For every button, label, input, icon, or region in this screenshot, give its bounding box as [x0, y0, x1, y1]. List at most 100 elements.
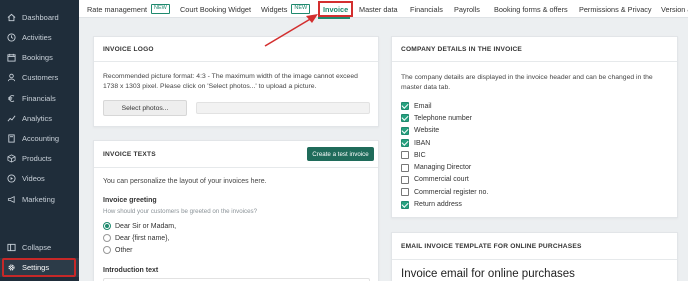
- tab-label: Permissions & Privacy: [579, 4, 652, 14]
- collapse-label: Collapse: [22, 242, 52, 252]
- tab-rate-management[interactable]: Rate management NEW: [87, 0, 170, 18]
- active-tab-indicator: [318, 17, 350, 19]
- tab-booking-forms[interactable]: Booking forms & offers: [494, 0, 568, 18]
- settings-highlight: [2, 258, 76, 277]
- checkbox-label: Return address: [414, 201, 462, 209]
- option-label: Dear Sir or Madam,: [115, 222, 177, 230]
- file-name-field[interactable]: [196, 102, 370, 114]
- tab-master-data[interactable]: Master data: [359, 0, 398, 18]
- settings-tab-bar: Rate management NEW Court Booking Widget…: [79, 0, 688, 18]
- checkbox-label: Email: [414, 102, 432, 110]
- sidebar-item-accounting[interactable]: Accounting: [0, 128, 79, 148]
- cube-icon: [6, 153, 16, 163]
- card-title: EMAIL INVOICE TEMPLATE FOR ONLINE PURCHA…: [392, 233, 677, 260]
- checkbox-email[interactable]: Email: [401, 100, 488, 112]
- checkbox-managing-director[interactable]: Managing Director: [401, 161, 488, 173]
- sidebar-item-analytics[interactable]: Analytics: [0, 108, 79, 128]
- invoice-logo-description: Recommended picture format: 4:3 - The ma…: [103, 73, 358, 90]
- greeting-option-other[interactable]: Other: [103, 244, 176, 256]
- clock-icon: [6, 32, 16, 42]
- euro-icon: [6, 93, 16, 103]
- play-icon: [6, 173, 16, 183]
- sidebar-item-dashboard[interactable]: Dashboard: [0, 7, 79, 27]
- tab-label: Invoice: [323, 4, 349, 14]
- tab-label: Version &: [661, 4, 688, 14]
- sidebar-item-financials[interactable]: Financials: [0, 88, 79, 108]
- greeting-option-first-name[interactable]: Dear {first name},: [103, 232, 176, 244]
- checkbox-iban[interactable]: IBAN: [401, 137, 488, 149]
- sidebar-item-label: Products: [22, 153, 52, 163]
- sidebar-item-customers[interactable]: Customers: [0, 67, 79, 87]
- tab-court-booking-widget[interactable]: Court Booking Widget: [180, 0, 251, 18]
- tab-label: Booking forms & offers: [494, 4, 568, 14]
- invoice-logo-card: INVOICE LOGO Recommended picture format:…: [93, 36, 379, 127]
- sidebar-item-label: Bookings: [22, 52, 53, 62]
- sidebar-item-activities[interactable]: Activities: [0, 27, 79, 47]
- card-title: INVOICE LOGO: [94, 37, 378, 62]
- greeting-hint: How should your customers be greeted on …: [103, 208, 258, 215]
- sidebar-item-label: Marketing: [22, 194, 55, 204]
- tab-payrolls[interactable]: Payrolls: [454, 0, 480, 18]
- checkbox-commercial-court[interactable]: Commercial court: [401, 174, 488, 186]
- invoice-texts-card: INVOICE TEXTS Create a test invoice You …: [93, 140, 379, 281]
- sidebar-item-marketing[interactable]: Marketing: [0, 189, 79, 209]
- collapse-button[interactable]: Collapse: [0, 237, 79, 257]
- chart-line-icon: [6, 113, 16, 123]
- checkbox-unchecked[interactable]: [401, 175, 409, 184]
- new-badge: NEW: [151, 4, 170, 14]
- tab-permissions[interactable]: Permissions & Privacy: [579, 0, 652, 18]
- greeting-option-dear-sir[interactable]: Dear Sir or Madam,: [103, 220, 176, 232]
- invoice-texts-intro: You can personalize the layout of your i…: [103, 178, 267, 185]
- checkbox-website[interactable]: Website: [401, 125, 488, 137]
- checkbox-label: Commercial register no.: [414, 188, 489, 196]
- sidebar: Dashboard Activities Bookings Customers …: [0, 0, 79, 281]
- tab-version[interactable]: Version &: [661, 0, 688, 18]
- checkbox-unchecked[interactable]: [401, 188, 409, 197]
- tab-label: Rate management: [87, 4, 148, 14]
- checkbox-commercial-register[interactable]: Commercial register no.: [401, 186, 488, 198]
- checkbox-checked[interactable]: [401, 139, 409, 148]
- sidebar-item-label: Activities: [22, 32, 52, 42]
- sidebar-item-label: Dashboard: [22, 12, 59, 22]
- select-photos-button[interactable]: Select photos...: [103, 100, 187, 116]
- checkbox-label: Commercial court: [414, 176, 469, 184]
- radio[interactable]: [103, 246, 111, 254]
- tab-label: Payrolls: [454, 4, 480, 14]
- create-test-invoice-button[interactable]: Create a test invoice: [307, 147, 374, 161]
- radio-selected[interactable]: [103, 222, 111, 230]
- tab-widgets[interactable]: Widgets NEW: [261, 0, 311, 18]
- sidebar-item-products[interactable]: Products: [0, 148, 79, 168]
- sidebar-item-label: Analytics: [22, 113, 53, 123]
- checkbox-label: Website: [414, 127, 440, 135]
- checkbox-unchecked[interactable]: [401, 163, 409, 172]
- company-details-card: COMPANY DETAILS IN THE INVOICE The compa…: [391, 36, 678, 218]
- checkbox-checked[interactable]: [401, 200, 409, 209]
- tab-invoice[interactable]: Invoice: [318, 1, 354, 17]
- checkbox-checked[interactable]: [401, 114, 409, 123]
- sidebar-item-videos[interactable]: Videos: [0, 168, 79, 188]
- checkbox-label: IBAN: [414, 139, 431, 147]
- checkbox-return-address[interactable]: Return address: [401, 198, 488, 210]
- user-icon: [6, 72, 16, 82]
- sidebar-item-bookings[interactable]: Bookings: [0, 47, 79, 67]
- checkbox-label: Managing Director: [414, 164, 472, 172]
- email-template-card: EMAIL INVOICE TEMPLATE FOR ONLINE PURCHA…: [391, 232, 678, 281]
- megaphone-icon: [6, 194, 16, 204]
- checkbox-bic[interactable]: BIC: [401, 149, 488, 161]
- sidebar-item-label: Customers: [22, 72, 59, 82]
- tab-label: Court Booking Widget: [180, 4, 251, 14]
- calculator-icon: [6, 133, 16, 143]
- tab-label: Financials: [410, 4, 443, 14]
- radio[interactable]: [103, 234, 111, 242]
- company-details-checklist: Email Telephone number Website IBAN BIC …: [401, 100, 488, 211]
- checkbox-telephone[interactable]: Telephone number: [401, 112, 488, 124]
- tab-label: Widgets: [261, 4, 288, 14]
- email-template-heading: Invoice email for online purchases: [401, 268, 575, 280]
- new-badge: NEW: [291, 4, 311, 14]
- checkbox-label: Telephone number: [414, 114, 472, 122]
- checkbox-checked[interactable]: [401, 102, 409, 111]
- calendar-icon: [6, 52, 16, 62]
- checkbox-checked[interactable]: [401, 126, 409, 135]
- tab-financials[interactable]: Financials: [410, 0, 443, 18]
- checkbox-unchecked[interactable]: [401, 151, 409, 160]
